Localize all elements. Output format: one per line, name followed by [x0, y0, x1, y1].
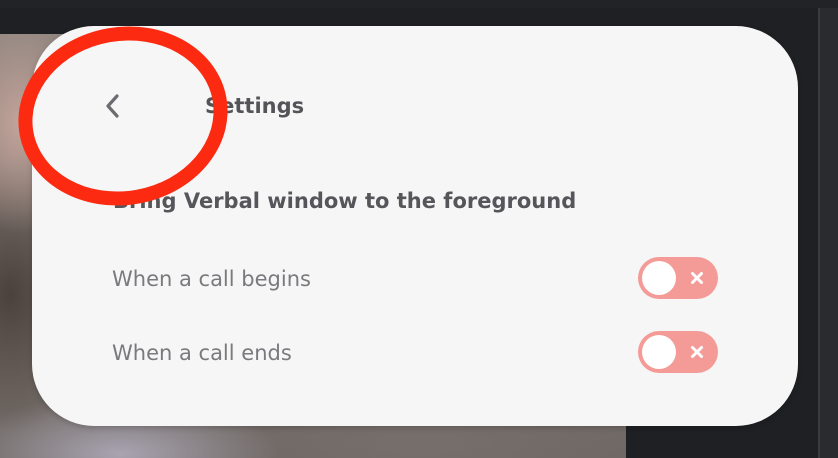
back-button[interactable]: [96, 88, 130, 124]
chevron-left-icon: [106, 94, 119, 118]
x-icon: [691, 272, 703, 284]
row-label-call-begins: When a call begins: [112, 267, 311, 291]
section-heading: Bring Verbal window to the foreground: [113, 189, 577, 213]
x-icon: [691, 346, 703, 358]
toggle-call-ends[interactable]: [638, 331, 718, 373]
toggle-knob: [642, 261, 676, 295]
page-title: Settings: [205, 94, 305, 118]
window-top-strip: [0, 0, 838, 8]
toggle-knob: [642, 335, 676, 369]
right-rail: [820, 8, 838, 458]
row-label-call-ends: When a call ends: [112, 341, 292, 365]
toggle-call-begins[interactable]: [638, 257, 718, 299]
